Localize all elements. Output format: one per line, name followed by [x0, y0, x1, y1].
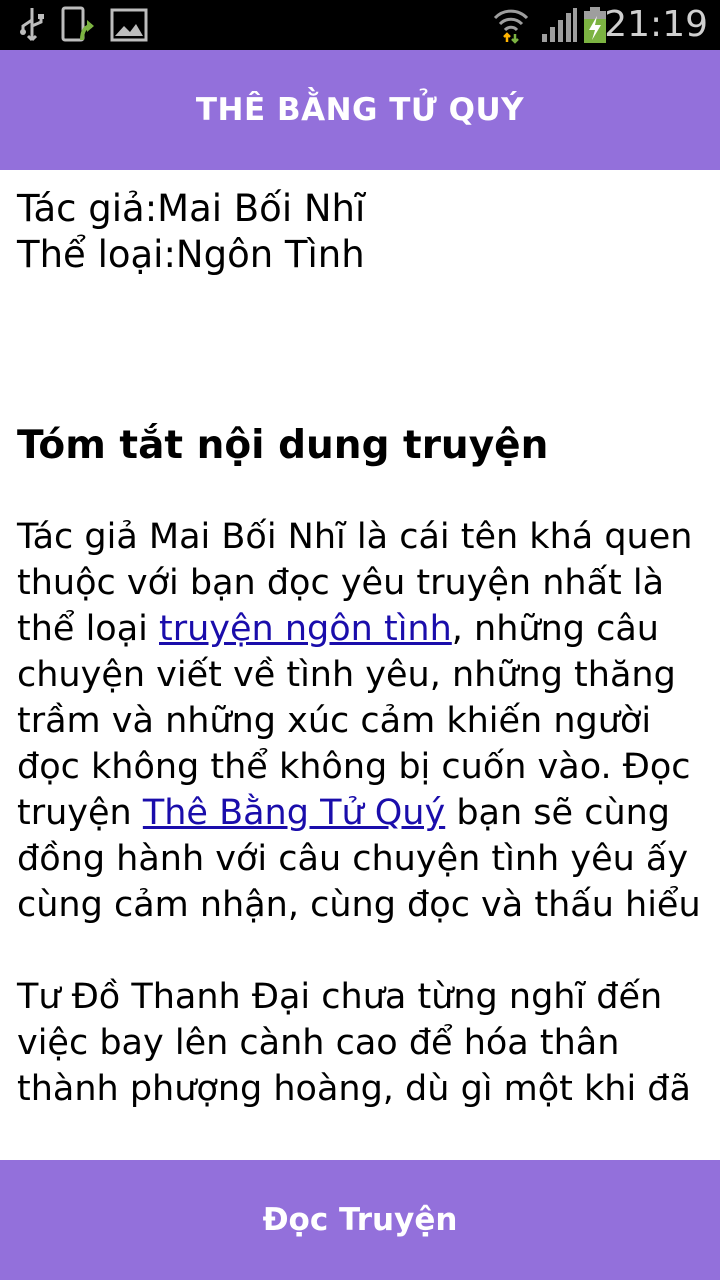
wifi-icon — [493, 9, 529, 44]
genre-link[interactable]: truyện ngôn tình — [159, 609, 452, 649]
app-header: THÊ BẰNG TỬ QUÝ — [0, 50, 720, 170]
story-title-link[interactable]: Thê Bằng Tử Quý — [143, 793, 445, 833]
image-icon — [110, 8, 148, 42]
summary-paragraph-2: Tư Đồ Thanh Đại chưa từng nghĩ đến việc … — [17, 977, 691, 1109]
status-bar: 21:19 — [0, 0, 720, 50]
phone-update-icon — [61, 6, 94, 42]
summary-heading: Tóm tắt nội dung truyện — [17, 423, 549, 468]
read-story-button[interactable]: Đọc Truyện — [0, 1160, 720, 1280]
author-line: Tác giả:Mai Bối Nhĩ — [17, 187, 366, 230]
read-story-label: Đọc Truyện — [262, 1202, 458, 1238]
app-title: THÊ BẰNG TỬ QUÝ — [195, 92, 525, 128]
genre-line: Thể loại:Ngôn Tình — [17, 233, 365, 276]
signal-icon — [542, 8, 577, 42]
story-content[interactable]: Tác giả:Mai Bối Nhĩ Thể loại:Ngôn Tình T… — [0, 170, 720, 1160]
usb-icon — [20, 8, 44, 42]
summary-paragraph-1: Tác giả Mai Bối Nhĩ là cái tên khá quen … — [17, 514, 704, 928]
status-time: 21:19 — [604, 4, 708, 45]
